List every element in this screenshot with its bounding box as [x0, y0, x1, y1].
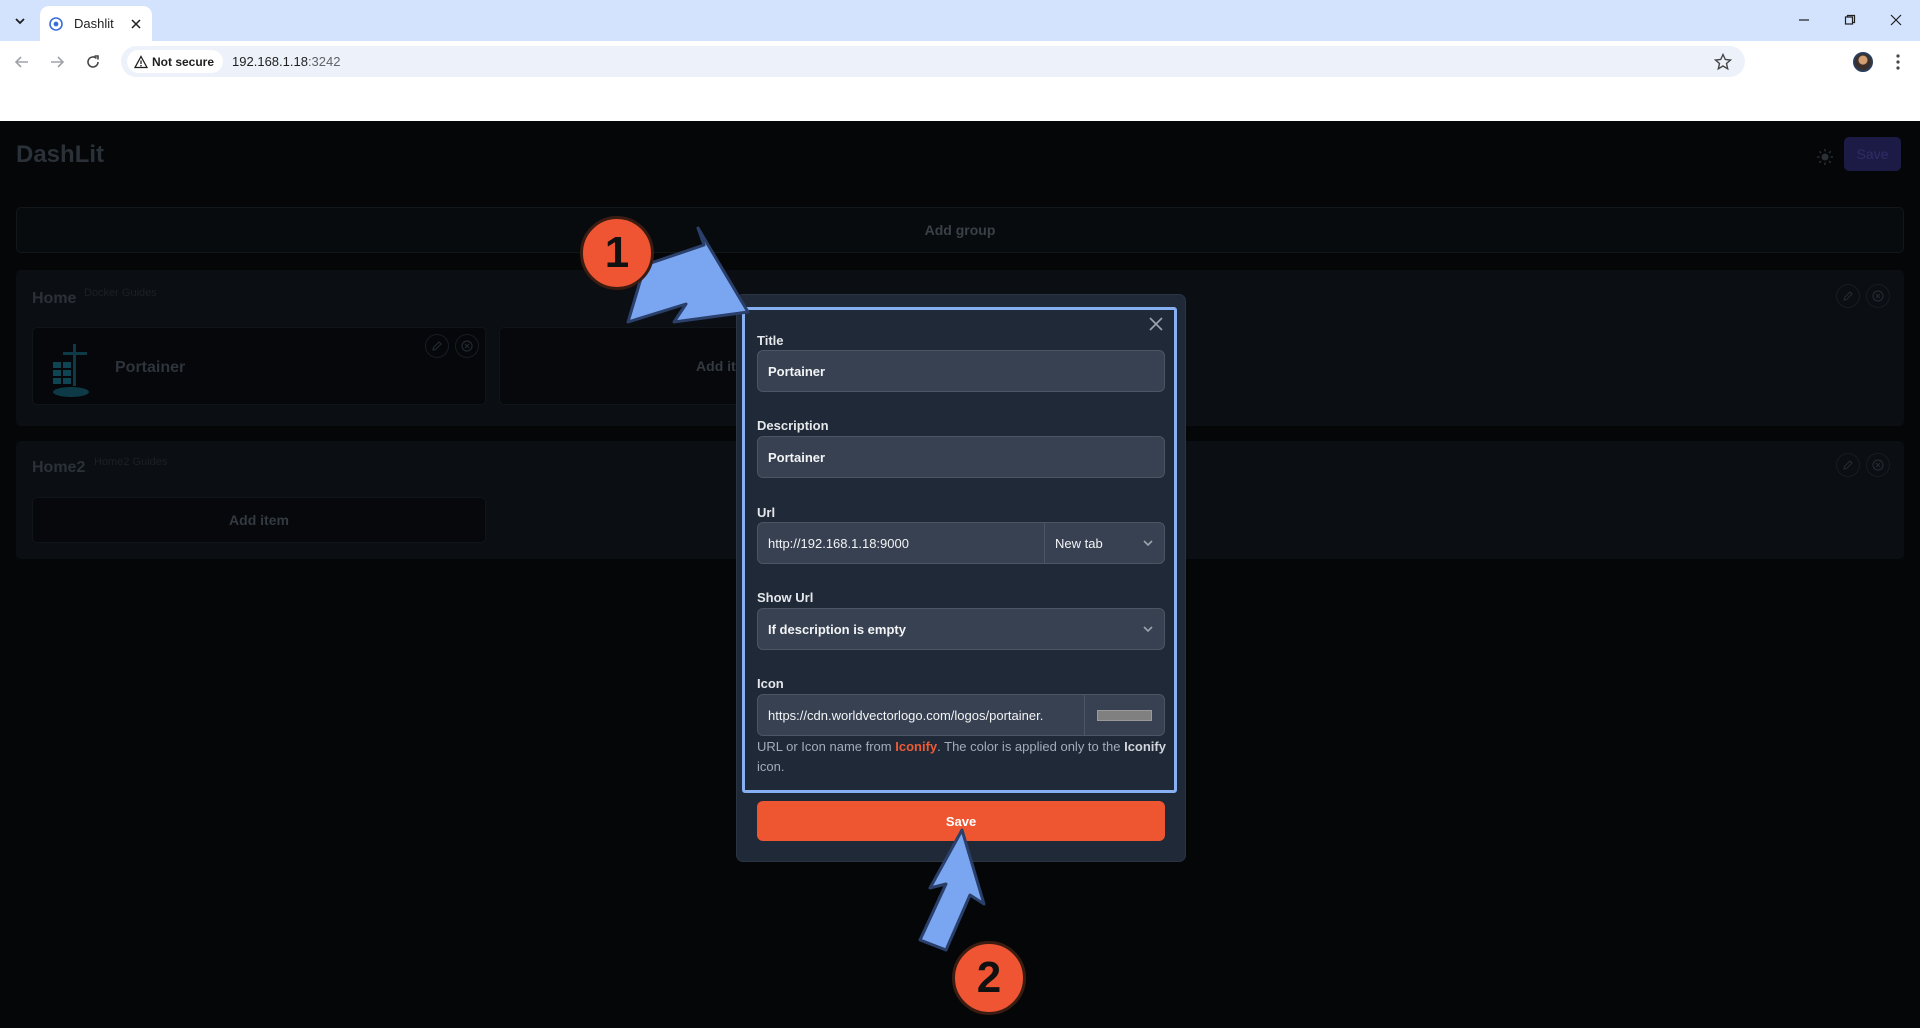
item-card-portainer[interactable]: Portainer [32, 327, 486, 405]
group-actions [1836, 284, 1890, 308]
show-url-select[interactable]: If description is empty [757, 608, 1165, 650]
icon-input-value: https://cdn.worldvectorlogo.com/logos/po… [768, 707, 1044, 723]
title-label: Title [757, 333, 784, 348]
app-title: DashLit [16, 141, 105, 168]
chevron-down-icon [1143, 540, 1153, 547]
tab-search-button[interactable] [8, 9, 32, 33]
browser-toolbar: Not secure 192.168.1.18:3242 [0, 41, 1920, 82]
dashboard-save-button[interactable]: Save [1844, 137, 1901, 171]
group-name: Home [32, 290, 77, 307]
group-description: Home2 Guides [94, 456, 168, 468]
modal-save-button[interactable]: Save [757, 801, 1165, 841]
item-edit-button[interactable] [425, 334, 449, 358]
icon-color-swatch [1097, 709, 1152, 721]
minimize-button[interactable] [1792, 8, 1816, 32]
icon-input[interactable]: https://cdn.worldvectorlogo.com/logos/po… [757, 694, 1085, 736]
page-top-strip [0, 82, 1920, 121]
group-name: Home2 [32, 459, 86, 476]
reload-icon [87, 55, 99, 68]
iconify-link[interactable]: Iconify [895, 739, 937, 754]
help-prefix: URL or Icon name from [757, 739, 896, 754]
group-edit-button[interactable] [1836, 453, 1860, 477]
url-target-value: New tab [1055, 535, 1103, 551]
browser-tab-strip: Dashlit [0, 0, 1920, 41]
description-label: Description [757, 418, 829, 433]
security-chip[interactable]: Not secure [127, 50, 224, 73]
chevron-down-icon [1143, 626, 1153, 633]
close-circle-icon [1872, 459, 1884, 471]
show-url-value: If description is empty [768, 621, 906, 637]
theme-toggle-sun-icon[interactable] [1816, 148, 1834, 166]
bookmark-star-icon[interactable] [1713, 52, 1733, 72]
arrow-right-icon [51, 56, 65, 68]
description-input-value: Portainer [768, 449, 826, 465]
arrow-left-icon [14, 56, 28, 68]
close-circle-icon [1872, 290, 1884, 302]
help-middle: . The color is applied only to the [937, 739, 1125, 754]
url-host: 192.168.1.18 [232, 54, 308, 69]
profile-avatar[interactable] [1853, 52, 1873, 72]
close-icon [1890, 14, 1902, 26]
close-circle-icon [461, 340, 473, 352]
modal-close-button[interactable] [1146, 314, 1166, 334]
help-suffix: icon. [757, 759, 785, 774]
forward-button[interactable] [44, 49, 70, 75]
description-input[interactable]: Portainer [757, 436, 1165, 478]
group-delete-button[interactable] [1866, 453, 1890, 477]
item-actions [425, 334, 479, 358]
edit-icon [432, 341, 442, 351]
back-button[interactable] [9, 49, 35, 75]
more-vertical-icon [1896, 54, 1900, 70]
tab-close-button[interactable] [128, 16, 144, 32]
group-edit-button[interactable] [1836, 284, 1860, 308]
browser-menu-button[interactable] [1888, 52, 1908, 72]
url-text: 192.168.1.18:3242 [232, 54, 340, 69]
icon-label: Icon [757, 676, 784, 691]
url-port: :3242 [307, 54, 341, 69]
step-2-badge: 2 [952, 941, 1026, 1015]
group-actions [1836, 453, 1890, 477]
address-bar[interactable]: Not secure 192.168.1.18:3242 [121, 46, 1745, 77]
url-target-select[interactable]: New tab [1044, 522, 1165, 564]
url-label: Url [757, 505, 776, 520]
icon-help-text: URL or Icon name from Iconify. The color… [757, 737, 1167, 777]
show-url-label: Show Url [757, 590, 814, 605]
close-icon [1149, 317, 1163, 331]
add-group-button[interactable]: Add group [16, 207, 1904, 253]
browser-tab[interactable]: Dashlit [40, 6, 152, 41]
help-strong: Iconify [1124, 739, 1166, 754]
title-input-value: Portainer [768, 363, 826, 379]
window-close-button[interactable] [1884, 8, 1908, 32]
title-input[interactable]: Portainer [757, 350, 1165, 392]
warning-icon [134, 54, 148, 68]
group-delete-button[interactable] [1866, 284, 1890, 308]
url-input-value: http://192.168.1.18:9000 [768, 535, 909, 551]
minimize-icon [1799, 19, 1809, 21]
security-chip-label: Not secure [152, 54, 215, 69]
add-item-button[interactable]: Add item [32, 497, 486, 543]
edit-icon [1843, 291, 1853, 301]
portainer-logo-icon [53, 344, 89, 397]
dashlit-favicon-icon [49, 16, 63, 31]
icon-color-picker[interactable] [1084, 694, 1165, 736]
step-1-badge: 1 [580, 216, 654, 290]
chevron-down-icon [15, 18, 25, 25]
group-description: Docker Guides [84, 287, 157, 299]
item-delete-button[interactable] [455, 334, 479, 358]
restore-button[interactable] [1838, 8, 1862, 32]
url-input[interactable]: http://192.168.1.18:9000 [757, 522, 1045, 564]
item-title: Portainer [115, 359, 186, 376]
close-icon [131, 18, 141, 29]
edit-icon [1843, 460, 1853, 470]
restore-icon [1844, 14, 1856, 25]
reload-button[interactable] [80, 49, 106, 75]
tab-title: Dashlit [74, 16, 114, 31]
